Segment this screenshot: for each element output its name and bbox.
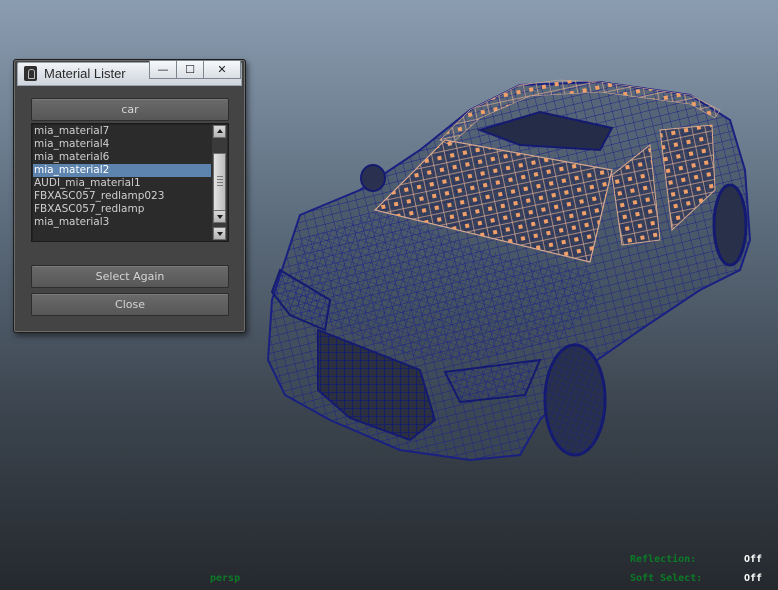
grip-icon <box>217 176 223 188</box>
scroll-down-arrow-lower-icon[interactable] <box>213 227 226 240</box>
camera-label: persp <box>210 573 240 584</box>
material-list-items: mia_material7 mia_material4 mia_material… <box>33 125 211 229</box>
hud-soft-select-label: Soft Select: <box>630 573 703 584</box>
hud-soft-select-value-wrap: Off <box>744 573 762 584</box>
caption-buttons: — ☐ ✕ <box>149 60 241 79</box>
camera-name: persp <box>210 573 241 584</box>
list-item[interactable]: mia_material6 <box>33 151 211 164</box>
select-again-button[interactable]: Select Again <box>31 265 229 288</box>
close-window-button[interactable]: ✕ <box>203 60 241 79</box>
hud-reflection: Reflection: <box>630 554 696 565</box>
material-list[interactable]: mia_material7 mia_material4 mia_material… <box>31 123 229 242</box>
list-item[interactable]: mia_material3 <box>33 216 211 229</box>
maximize-button[interactable]: ☐ <box>176 60 204 79</box>
list-item[interactable]: FBXASC057_redlamp <box>33 203 211 216</box>
hud-reflection-value-wrap: Off <box>744 554 762 565</box>
list-item[interactable]: mia_material7 <box>33 125 211 138</box>
scroll-down-arrow-icon[interactable] <box>213 210 226 223</box>
title-bar[interactable]: Material Lister — ☐ ✕ <box>17 60 242 86</box>
scroll-up-arrow-icon[interactable] <box>213 125 226 138</box>
list-item[interactable]: mia_material4 <box>33 138 211 151</box>
list-item[interactable]: FBXASC057_redlamp023 <box>33 190 211 203</box>
list-item-selected[interactable]: mia_material2 <box>33 164 211 177</box>
close-button[interactable]: Close <box>31 293 229 316</box>
hud-soft-select: Soft Select: <box>630 573 702 584</box>
hud-soft-select-value: Off <box>744 573 763 584</box>
window-title: Material Lister <box>44 66 126 81</box>
group-car-button[interactable]: car <box>31 98 229 121</box>
hud-reflection-label: Reflection: <box>630 554 697 565</box>
material-lister-window: Material Lister — ☐ ✕ car mia_material7 … <box>13 59 246 333</box>
window-client-area: car mia_material7 mia_material4 mia_mate… <box>18 87 241 328</box>
scroll-thumb[interactable] <box>213 153 226 211</box>
hud-reflection-value: Off <box>744 554 763 565</box>
minimize-button[interactable]: — <box>149 60 177 79</box>
list-scrollbar[interactable] <box>212 125 227 240</box>
list-item[interactable]: AUDI_mia_material1 <box>33 177 211 190</box>
maya-app-icon <box>24 66 37 81</box>
